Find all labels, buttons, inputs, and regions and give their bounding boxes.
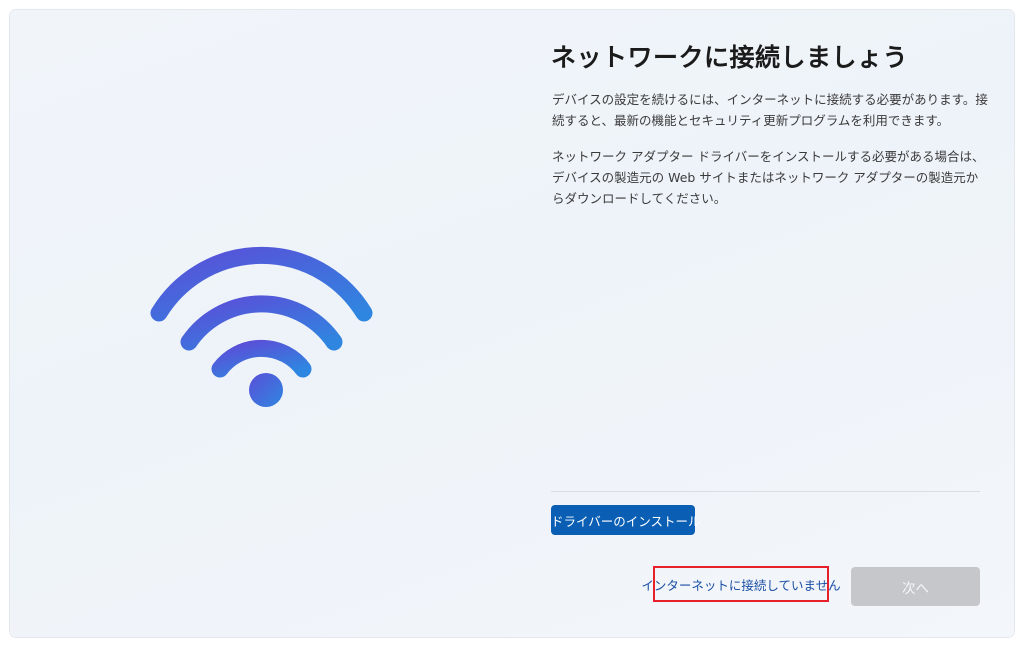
install-driver-button[interactable]: ドライバーのインストール bbox=[551, 505, 701, 535]
description-driver: ネットワーク アダプター ドライバーをインストールする必要がある場合は、デバイス… bbox=[552, 149, 985, 206]
wifi-inner-arc bbox=[211, 339, 312, 378]
no-internet-link[interactable]: インターネットに接続していません bbox=[641, 566, 841, 602]
next-button[interactable]: 次へ bbox=[851, 567, 980, 606]
wifi-icon bbox=[150, 246, 373, 407]
wifi-middle-arc bbox=[180, 295, 343, 351]
oobe-window: ネットワークに接続しましょう デバイスの設定を続けるには、インターネットに接続す… bbox=[10, 10, 1014, 637]
divider bbox=[551, 491, 980, 492]
description-connect: デバイスの設定を続けるには、インターネットに接続する必要があります。接続すると、… bbox=[552, 92, 988, 128]
page-title: ネットワークに接続しましょう bbox=[551, 43, 909, 72]
wifi-dot bbox=[249, 373, 283, 407]
no-internet-link-label: インターネットに接続していません bbox=[641, 577, 841, 593]
